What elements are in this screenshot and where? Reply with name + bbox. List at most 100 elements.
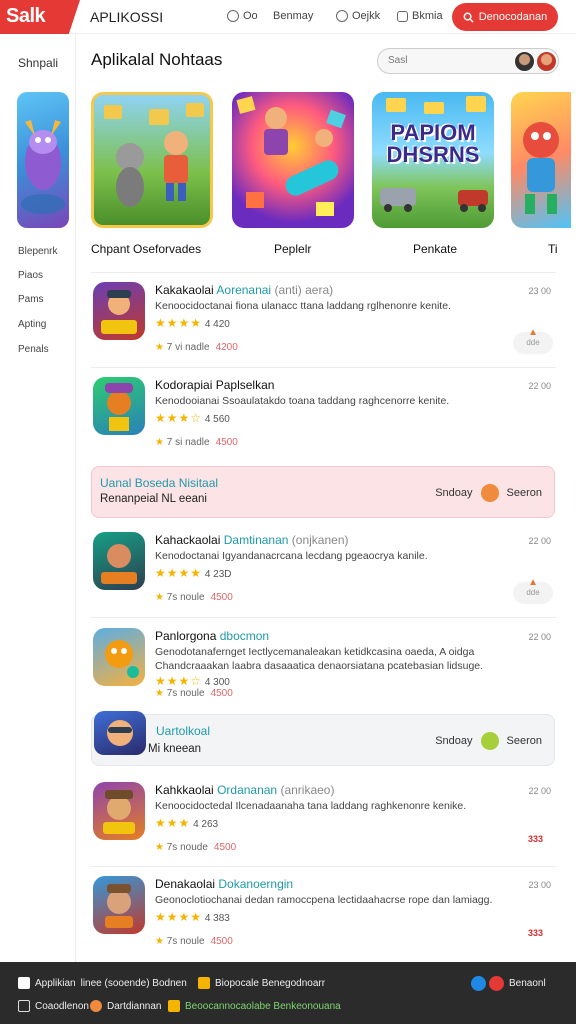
count-badge: 333 bbox=[527, 928, 543, 938]
sidebar-title: Shnpali bbox=[18, 56, 59, 70]
featured-label-2[interactable]: Peplelr bbox=[274, 242, 311, 256]
promo-banner[interactable]: Uanal Boseda Nisitaal Renanpeial NL eean… bbox=[91, 466, 555, 518]
app-meta: ★ 7 vi nadle 4200 bbox=[155, 342, 238, 353]
nav-item-bkmia[interactable]: Bkmia bbox=[397, 10, 443, 22]
star-icon: ★ bbox=[155, 342, 164, 353]
banner-subtitle: Mi kneean bbox=[148, 743, 202, 755]
footer-link[interactable]: Biopocale Benegodnoarr bbox=[215, 978, 325, 989]
timestamp: 23 00 bbox=[528, 880, 551, 890]
footer: Applikian linee (sooende) Bodnen Biopoca… bbox=[0, 962, 576, 1024]
rating-count: 4 560 bbox=[204, 414, 230, 425]
app-description-2: Chandcraaakan laabra dasaaatica denaorsi… bbox=[155, 660, 484, 672]
nav-item-benmay[interactable]: Benmay bbox=[273, 10, 313, 22]
pinterest-icon[interactable] bbox=[489, 976, 504, 991]
list-item[interactable]: Kodorapiai Paplselkan Kenodooianai Ssoau… bbox=[91, 367, 557, 459]
star-icon bbox=[198, 977, 210, 989]
star-icon: ★ bbox=[155, 437, 164, 448]
promo-banner[interactable]: Uartolkoal Mi kneean Sndoay Seeron bbox=[91, 711, 555, 766]
footer-link[interactable]: Dartdiannan bbox=[107, 1001, 161, 1012]
nav-item-oejkk[interactable]: Oejkk bbox=[336, 10, 380, 22]
app-description: Kenodoctanai Igyandanacrcana lecdang pge… bbox=[155, 550, 428, 562]
featured-card-1[interactable] bbox=[91, 92, 213, 228]
arrow-up-icon: ▲ bbox=[528, 577, 538, 588]
game-logo-text: PAPIOM DHSRNS bbox=[386, 120, 480, 167]
download-button[interactable]: ▲ dde bbox=[513, 577, 553, 604]
sidebar-thumbnail[interactable] bbox=[17, 92, 69, 228]
app-extra: (anrikaeo) bbox=[280, 783, 335, 797]
header-cta-button[interactable]: Denocodanan bbox=[452, 3, 558, 31]
list-item[interactable]: Denakaolai Dokanoerngin Geonoclotiochana… bbox=[91, 866, 557, 958]
sidebar-item-4[interactable]: Apting bbox=[18, 319, 46, 330]
sidebar-item-2[interactable]: Piaos bbox=[18, 270, 43, 281]
sidebar-item-3[interactable]: Pams bbox=[18, 294, 44, 305]
app-rating: ★★★☆ 4 300 bbox=[155, 674, 230, 688]
dragon-character-image bbox=[21, 120, 65, 214]
nav-item-label: Benmay bbox=[273, 10, 314, 22]
app-name: Kahackaolai Damtinanan (onjkanen) bbox=[155, 533, 349, 547]
facebook-icon[interactable] bbox=[471, 976, 486, 991]
app-name: Panlorgona dbocmon bbox=[155, 629, 270, 643]
app-icon bbox=[93, 377, 145, 435]
timestamp: 22 00 bbox=[528, 381, 551, 391]
app-name: Kahkkaolai Ordananan (anrikaeo) bbox=[155, 783, 335, 797]
box-icon bbox=[18, 1000, 30, 1012]
rating-count: 4 420 bbox=[204, 319, 230, 330]
featured-label-3[interactable]: Penkate bbox=[413, 242, 457, 256]
rating-count: 4 300 bbox=[204, 677, 230, 688]
app-description: Kenoocidoctedal Ilcenadaanaha tana ladda… bbox=[155, 800, 467, 812]
featured-label-1[interactable]: Chpant Oseforvades bbox=[91, 242, 201, 256]
game-art-image bbox=[104, 103, 204, 207]
footer-row-2b: Dartdiannan bbox=[90, 1000, 161, 1012]
sidebar-item-1[interactable]: Blepenrk bbox=[18, 246, 57, 257]
sidebar-item-5[interactable]: Penals bbox=[18, 344, 49, 355]
nav-item-oo[interactable]: Oo bbox=[227, 10, 258, 22]
circle-icon bbox=[227, 10, 239, 22]
app-description: Kenodooianai Ssoaulatakdo toana taddang … bbox=[155, 395, 450, 407]
app-rating: ★★★★ 4 23D bbox=[155, 566, 232, 580]
app-icon bbox=[93, 282, 145, 340]
brand-logo[interactable]: Salk bbox=[0, 0, 80, 34]
app-title: APLIKOSSI bbox=[90, 9, 164, 25]
rating-stars: ★★★★ bbox=[155, 316, 203, 330]
footer-link[interactable]: Beoocannocaolabe Benkeonouana bbox=[185, 1001, 341, 1012]
featured-card-3[interactable]: PAPIOM DHSRNS bbox=[372, 92, 494, 228]
star-icon: ★ bbox=[155, 592, 164, 603]
banner-action-label[interactable]: Sndoay bbox=[435, 487, 472, 499]
page-title: Aplikalal Nohtaas bbox=[91, 50, 223, 69]
avatar[interactable] bbox=[536, 51, 557, 72]
app-name: Kakakaolai Aorenanai (anti) aera) bbox=[155, 283, 334, 297]
list-item[interactable]: Panlorgona dbocmon Genodotanafernget Iec… bbox=[91, 618, 557, 710]
price-text: 4200 bbox=[215, 342, 238, 353]
avatar[interactable] bbox=[514, 51, 535, 72]
rating-stars: ★★★★ bbox=[155, 566, 203, 580]
footer-link[interactable]: Applikian bbox=[35, 978, 76, 989]
featured-card-2[interactable] bbox=[232, 92, 354, 228]
footer-social-label[interactable]: Benaonl bbox=[509, 978, 546, 989]
list-item[interactable]: Kahackaolai Damtinanan (onjkanen) Kenodo… bbox=[91, 522, 557, 614]
app-tag: Dokanoerngin bbox=[218, 877, 294, 891]
app-meta: ★ 7s noude 4500 bbox=[155, 842, 236, 853]
timestamp: 22 00 bbox=[528, 536, 551, 546]
price-text: 4500 bbox=[215, 437, 238, 448]
nav-item-label: Bkmia bbox=[412, 10, 443, 22]
footer-row-1b: Biopocale Benegodnoarr bbox=[198, 977, 325, 989]
banner-action-label[interactable]: Seeron bbox=[507, 487, 542, 499]
featured-label-4[interactable]: Ti bbox=[548, 242, 558, 256]
app-description: Kenoocidoctanai fiona ulanacc ttana ladd… bbox=[155, 300, 451, 312]
search-input[interactable] bbox=[388, 55, 508, 66]
app-tag: dbocmon bbox=[219, 629, 270, 643]
footer-link[interactable]: linee (sooende) Bodnen bbox=[81, 978, 187, 989]
footer-row-2: Coaodlenon bbox=[18, 1000, 89, 1012]
banner-action-label[interactable]: Seeron bbox=[507, 735, 542, 747]
featured-card-4[interactable] bbox=[511, 92, 571, 228]
download-button[interactable]: ▲ dde bbox=[513, 327, 553, 354]
banner-title: Uanal Boseda Nisitaal bbox=[100, 476, 219, 490]
app-icon bbox=[18, 977, 30, 989]
list-item[interactable]: Kakakaolai Aorenanai (anti) aera) Kenooc… bbox=[91, 272, 557, 364]
banner-action-label[interactable]: Sndoay bbox=[435, 735, 472, 747]
app-tag: Paplselkan bbox=[215, 378, 275, 392]
list-item[interactable]: Kahkkaolai Ordananan (anrikaeo) Kenoocid… bbox=[91, 772, 557, 864]
rating-stars: ★★★☆ bbox=[155, 411, 203, 425]
banner-actions: Sndoay Seeron bbox=[435, 484, 542, 502]
footer-link[interactable]: Coaodlenon bbox=[35, 1001, 89, 1012]
